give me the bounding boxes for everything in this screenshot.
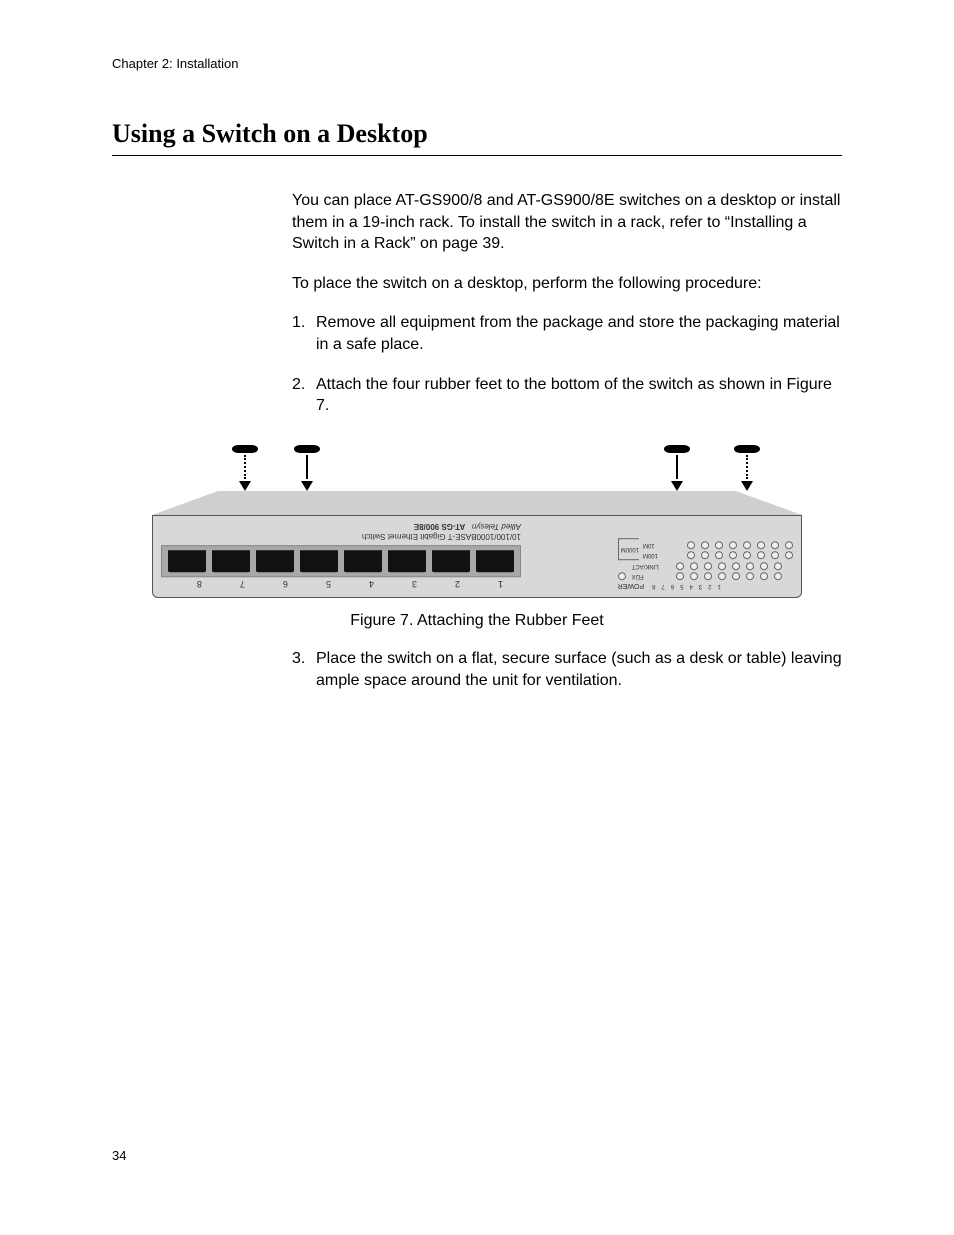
- document-page: Chapter 2: Installation Using a Switch o…: [0, 0, 954, 1235]
- speed-bracket-1000m: 1000M: [618, 538, 639, 560]
- device-model-label: 10/100/1000BASE-T Gigabit Ethernet Switc…: [161, 522, 521, 541]
- figure-caption: Figure 7. Attaching the Rubber Feet: [112, 612, 842, 630]
- ethernet-port-icon: [212, 550, 250, 572]
- ethernet-port-icon: [300, 550, 338, 572]
- arrow-down-icon: [741, 481, 753, 491]
- ethernet-port-icon: [388, 550, 426, 572]
- rubber-foot-icon: [734, 445, 760, 453]
- chapter-header: Chapter 2: Installation: [112, 56, 842, 71]
- step-number: 1.: [292, 312, 316, 355]
- step-text: Place the switch on a flat, secure surfa…: [316, 648, 842, 691]
- ethernet-port-icon: [432, 550, 470, 572]
- rubber-foot-indicator: [292, 445, 322, 491]
- arrow-down-icon: [301, 481, 313, 491]
- rubber-foot-icon: [232, 445, 258, 453]
- led-panel: 1 2 3 4 5 6 7 8 POWER: [618, 538, 793, 589]
- led-row-label: LINK/ACT: [632, 563, 670, 569]
- figure-7: 1 2 3 4 5 6 7 8 POWER: [112, 435, 842, 630]
- body-content-continued: 3. Place the switch on a flat, secure su…: [292, 648, 842, 691]
- lead-paragraph: To place the switch on a desktop, perfor…: [292, 273, 842, 295]
- step-text: Remove all equipment from the package an…: [316, 312, 842, 355]
- arrow-down-icon: [239, 481, 251, 491]
- ethernet-port-icon: [476, 550, 514, 572]
- rubber-foot-indicator: [662, 445, 692, 491]
- led-row-label: 10M: [643, 542, 681, 548]
- rubber-foot-icon: [294, 445, 320, 453]
- led-row-label: FDX: [632, 573, 670, 579]
- step-number: 3.: [292, 648, 316, 691]
- step-number: 2.: [292, 374, 316, 417]
- ethernet-port-icon: [344, 550, 382, 572]
- step-text: Attach the four rubber feet to the botto…: [316, 374, 842, 417]
- switch-top-face: [152, 491, 802, 515]
- rubber-feet-arrows: [152, 435, 802, 491]
- switch-front-panel: 1 2 3 4 5 6 7 8 POWER: [152, 515, 802, 598]
- procedure-step: 3. Place the switch on a flat, secure su…: [292, 648, 842, 691]
- power-label: POWER: [618, 582, 644, 589]
- rubber-foot-indicator: [230, 445, 260, 491]
- port-block: 1 2 3 4 5 6 7 8: [161, 522, 521, 589]
- switch-illustration: 1 2 3 4 5 6 7 8 POWER: [152, 435, 802, 598]
- procedure-list-continued: 3. Place the switch on a flat, secure su…: [292, 648, 842, 691]
- ethernet-port-icon: [168, 550, 206, 572]
- power-led-icon: [618, 572, 626, 580]
- page-number: 34: [112, 1148, 126, 1163]
- led-port-numbers: 1 2 3 4 5 6 7 8: [652, 582, 721, 589]
- procedure-step: 2. Attach the four rubber feet to the bo…: [292, 374, 842, 417]
- section-title: Using a Switch on a Desktop: [112, 119, 842, 156]
- procedure-step: 1. Remove all equipment from the package…: [292, 312, 842, 355]
- led-row-label: 100M: [643, 552, 681, 558]
- body-content: You can place AT-GS900/8 and AT-GS900/8E…: [292, 190, 842, 417]
- port-number-row: 1 2 3 4 5 6 7 8: [161, 579, 503, 589]
- rubber-foot-icon: [664, 445, 690, 453]
- arrow-down-icon: [671, 481, 683, 491]
- intro-paragraph: You can place AT-GS900/8 and AT-GS900/8E…: [292, 190, 842, 255]
- rubber-foot-indicator: [732, 445, 762, 491]
- ethernet-port-icon: [256, 550, 294, 572]
- procedure-list: 1. Remove all equipment from the package…: [292, 312, 842, 416]
- ethernet-ports: [161, 545, 521, 577]
